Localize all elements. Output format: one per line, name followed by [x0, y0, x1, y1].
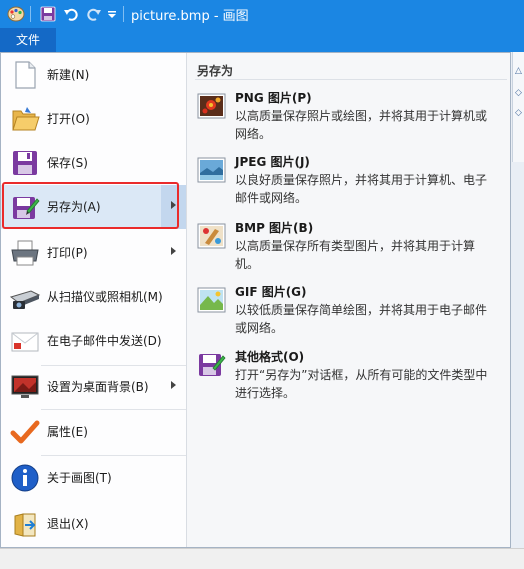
undo-icon[interactable]	[61, 4, 81, 24]
menu-item-label: 退出(X)	[47, 517, 89, 531]
menu-item-print[interactable]: 打印(P)	[1, 231, 186, 275]
file-tab[interactable]: 文件	[0, 28, 56, 52]
menu-item-label: 设置为桌面背景(B)	[47, 380, 149, 394]
other-formats-icon	[197, 350, 227, 380]
menu-item-label: 打印(P)	[47, 246, 88, 260]
file-menu: 新建(N) 打开(O) 保存(S) 另存为(A) 打印(P) 从扫描仪或照相机(…	[0, 52, 511, 548]
menu-item-label: 关于画图(T)	[47, 471, 112, 485]
menu-item-save[interactable]: 保存(S)	[1, 141, 186, 185]
save-floppy-icon	[9, 147, 41, 179]
status-area	[0, 548, 524, 569]
format-name: JPEG 图片(J)	[235, 155, 310, 169]
menu-item-desktop-background[interactable]: 设置为桌面背景(B)	[1, 365, 186, 409]
format-name: GIF 图片(G)	[235, 285, 307, 299]
format-gif[interactable]: GIF 图片(G) 以较低质量保存简单绘图，并将其用于电子邮件或网络。	[195, 283, 507, 339]
menu-item-label: 打开(O)	[47, 112, 90, 126]
format-description: 以较低质量保存简单绘图，并将其用于电子邮件或网络。	[235, 303, 488, 335]
submenu-title-divider	[195, 79, 507, 80]
format-png[interactable]: PNG 图片(P) 以高质量保存照片或绘图，并将其用于计算机或网络。	[195, 89, 507, 145]
bmp-image-icon	[197, 221, 227, 251]
window-title: picture.bmp - 画图	[131, 9, 249, 24]
paint-app-icon[interactable]	[6, 4, 26, 24]
quick-save-icon[interactable]	[38, 4, 58, 24]
desktop-background-icon	[9, 371, 41, 403]
menu-item-open[interactable]: 打开(O)	[1, 97, 186, 141]
format-description: 以高质量保存所有类型图片，并将其用于计算机。	[235, 239, 476, 271]
format-description: 以良好质量保存照片，并将其用于计算机、电子邮件或网络。	[235, 173, 488, 205]
menu-item-label: 属性(E)	[47, 425, 88, 439]
menu-item-exit[interactable]: 退出(X)	[1, 502, 186, 546]
ribbon-edge: △ ◇ ◇	[512, 52, 524, 162]
submenu-arrow-icon	[171, 381, 176, 389]
format-jpeg[interactable]: JPEG 图片(J) 以良好质量保存照片，并将其用于计算机、电子邮件或网络。	[195, 153, 507, 209]
scanner-camera-icon	[9, 281, 41, 313]
submenu-title: 另存为	[197, 64, 234, 78]
menu-item-label: 在电子邮件中发送(D)	[47, 334, 162, 348]
customize-toolbar-icon[interactable]	[106, 4, 118, 24]
jpeg-image-icon	[197, 155, 227, 185]
menu-item-send-email[interactable]: 在电子邮件中发送(D)	[1, 319, 186, 363]
format-description: 打开“另存为”对话框，从所有可能的文件类型中进行选择。	[235, 368, 488, 400]
format-name: PNG 图片(P)	[235, 91, 312, 105]
redo-icon[interactable]	[84, 4, 104, 24]
submenu-arrow-icon	[171, 247, 176, 255]
exit-icon	[9, 508, 41, 540]
open-folder-icon	[9, 103, 41, 135]
format-name: 其他格式(O)	[235, 350, 305, 364]
new-document-icon	[9, 59, 41, 91]
menu-item-new[interactable]: 新建(N)	[1, 53, 186, 97]
format-description: 以高质量保存照片或绘图，并将其用于计算机或网络。	[235, 109, 488, 141]
gif-image-icon	[197, 285, 227, 315]
menu-item-label: 新建(N)	[47, 68, 90, 82]
png-image-icon	[197, 91, 227, 121]
file-menu-commands: 新建(N) 打开(O) 保存(S) 另存为(A) 打印(P) 从扫描仪或照相机(…	[1, 53, 186, 547]
menu-item-label: 从扫描仪或照相机(M)	[47, 290, 163, 304]
menu-item-label: 保存(S)	[47, 156, 88, 170]
title-bar: picture.bmp - 画图	[0, 0, 524, 28]
checkmark-icon	[9, 416, 41, 448]
format-name: BMP 图片(B)	[235, 221, 314, 235]
menu-item-about[interactable]: 关于画图(T)	[1, 456, 186, 500]
save-as-highlight-frame	[2, 182, 179, 229]
menu-item-scanner-camera[interactable]: 从扫描仪或照相机(M)	[1, 275, 186, 319]
info-icon	[9, 462, 41, 494]
printer-icon	[9, 237, 41, 269]
format-bmp[interactable]: BMP 图片(B) 以高质量保存所有类型图片，并将其用于计算机。	[195, 219, 507, 275]
menu-item-properties[interactable]: 属性(E)	[1, 410, 186, 454]
format-other[interactable]: 其他格式(O) 打开“另存为”对话框，从所有可能的文件类型中进行选择。	[195, 348, 507, 404]
save-as-submenu: 另存为 PNG 图片(P) 以高质量保存照片或绘图，并将其用于计算机或网络。 J…	[187, 53, 510, 547]
ribbon-tab-row	[0, 28, 524, 52]
email-icon	[9, 325, 41, 357]
